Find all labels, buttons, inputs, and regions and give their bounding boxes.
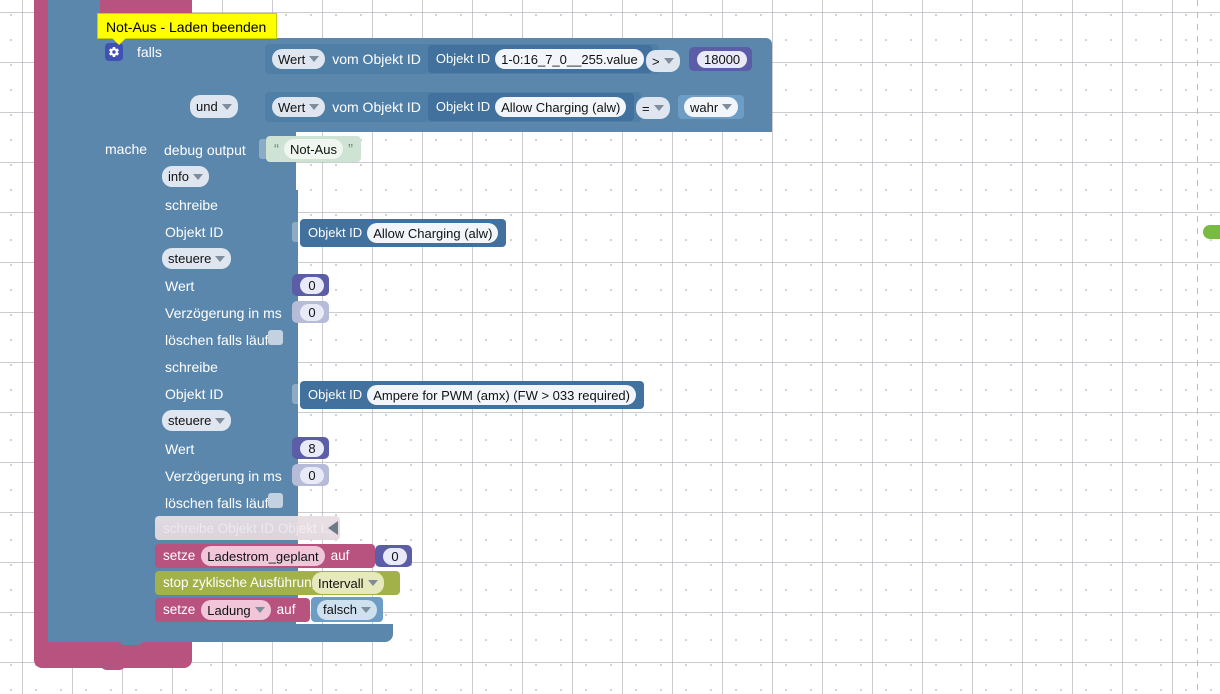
write-block-1[interactable] (155, 190, 298, 352)
write-block-2-objectid-block[interactable]: Objekt ID Ampere for PWM (amx) (FW > 033… (300, 381, 644, 409)
condition-row-2[interactable]: Wert vom Objekt ID Objekt ID Allow Charg… (265, 92, 642, 122)
set-variable-1-value[interactable]: 0 (383, 547, 407, 565)
quote-close-icon: ” (347, 140, 353, 158)
write-block-1-objectid-label: Objekt ID (308, 225, 363, 240)
chevron-down-icon (653, 105, 664, 111)
write-block-1-objectid-block[interactable]: Objekt ID Allow Charging (alw) (300, 219, 507, 247)
set-variable-2-to-label: auf (276, 602, 296, 617)
write-block-1-value-number[interactable]: 0 (292, 274, 329, 296)
chevron-down-icon (663, 58, 674, 64)
condition-2-prefix: vom Objekt ID (332, 99, 421, 115)
chevron-down-icon (254, 607, 265, 613)
write-block-1-value[interactable]: 0 (300, 276, 324, 294)
logic-and-dropdown[interactable]: und (190, 95, 238, 118)
write-block-2-delay[interactable]: 0 (300, 466, 324, 484)
set-variable-2-name[interactable]: Ladung (201, 600, 271, 620)
write-block-2-objectid-label: Objekt ID (308, 387, 363, 402)
write-block-1-value-label: Wert (165, 278, 195, 294)
debug-output-message[interactable]: Not-Aus (284, 139, 343, 159)
block-comment-bubble[interactable]: Not-Aus - Laden beenden (97, 13, 278, 39)
set-variable-1-to-label: auf (330, 548, 350, 563)
set-variable-block-1[interactable]: setze Ladestrom_geplant auf (155, 544, 375, 568)
write-block-2-title: schreibe (165, 359, 218, 375)
write-block-2-value-number[interactable]: 8 (292, 437, 329, 459)
set-variable-1-set-label: setze (163, 548, 196, 563)
condition-1-number-value[interactable]: 18000 (697, 50, 748, 68)
chevron-down-icon (215, 417, 226, 424)
condition-row-1[interactable]: Wert vom Objekt ID Objekt ID 1-0:16_7_0_… (265, 44, 659, 74)
if-block-notch (126, 633, 152, 641)
set-variable-1-name[interactable]: Ladestrom_geplant (201, 546, 325, 566)
debug-output-text-block[interactable]: “ Not-Aus ” (266, 136, 361, 162)
condition-2-logic-value[interactable]: wahr (684, 97, 739, 117)
write-block-2-objectid-value[interactable]: Ampere for PWM (amx) (FW > 033 required) (367, 385, 636, 405)
block-comment-text: Not-Aus - Laden beenden (106, 19, 267, 35)
condition-2-logic-block[interactable]: wahr (678, 95, 745, 119)
if-block-header[interactable]: falls (105, 43, 162, 61)
condition-2-objectid-label: Objekt ID (435, 99, 491, 114)
set-variable-1-value-number[interactable]: 0 (375, 545, 412, 567)
set-variable-2-value[interactable]: falsch (317, 599, 377, 620)
write-block-2-clear-label: löschen falls läuft (165, 495, 273, 511)
debug-output-label: debug output (164, 142, 246, 158)
condition-1-objectid-label: Objekt ID (435, 51, 491, 66)
write-block-2-objectid-row-label: Objekt ID (165, 386, 224, 402)
write-block-2-value-label: Wert (165, 441, 195, 457)
write-block-1-delay-label: Verzögerung in ms (165, 305, 282, 321)
condition-1-selector[interactable]: Wert (272, 49, 326, 69)
condition-1-number-block[interactable]: 18000 (689, 47, 753, 71)
condition-2-operator[interactable]: = (636, 97, 670, 119)
condition-1-objectid-value[interactable]: 1-0:16_7_0__255.value (495, 49, 644, 69)
chevron-down-icon (360, 606, 371, 613)
condition-2-selector[interactable]: Wert (272, 97, 326, 117)
workspace-right-rule (1197, 0, 1198, 694)
condition-1-operator[interactable]: > (646, 50, 680, 72)
block-comment-tail (112, 38, 126, 45)
condition-1-objectid-block[interactable]: Objekt ID 1-0:16_7_0__255.value (427, 45, 652, 73)
write-block-1-objectid-row-label: Objekt ID (165, 224, 224, 240)
condition-2-objectid-value[interactable]: Allow Charging (alw) (495, 97, 627, 117)
write-block-1-objectid-value[interactable]: Allow Charging (alw) (367, 223, 499, 243)
set-variable-2-logic-block[interactable]: falsch (311, 597, 383, 622)
debug-output-level-dropdown[interactable]: info (162, 166, 209, 187)
collapsed-expand-icon[interactable] (328, 521, 338, 535)
chevron-down-icon (215, 255, 226, 262)
write-block-2-value[interactable]: 8 (300, 439, 324, 457)
condition-1-prefix: vom Objekt ID (332, 51, 421, 67)
chevron-down-icon (722, 104, 733, 110)
outer-magenta-block-notch (100, 660, 126, 670)
chevron-down-icon (367, 580, 378, 586)
chevron-down-icon (309, 104, 320, 110)
blockly-workspace[interactable]: Not-Aus - Laden beenden falls Wert vom O… (0, 0, 1220, 694)
write-block-1-delay[interactable]: 0 (300, 303, 324, 321)
write-block-1-mode-dropdown[interactable]: steuere (162, 248, 232, 269)
write-block-2-mode-dropdown[interactable]: steuere (162, 410, 232, 431)
chevron-down-icon (221, 103, 232, 110)
write-block-1-title: schreibe (165, 197, 218, 213)
write-block-2-delay-label: Verzögerung in ms (165, 468, 282, 484)
set-variable-2-set-label: setze (163, 602, 196, 617)
if-label: falls (137, 44, 162, 60)
write-block-1-clear-label: löschen falls läuft (165, 332, 273, 348)
write-block-2-delay-number[interactable]: 0 (292, 464, 329, 486)
offscreen-green-block-edge[interactable] (1203, 225, 1220, 239)
write-block-1-delay-number[interactable]: 0 (292, 301, 329, 323)
stop-interval-dropdown[interactable]: Intervall (312, 572, 384, 594)
chevron-down-icon (192, 173, 203, 180)
quote-open-icon: “ (274, 140, 279, 158)
write-block-2-clear-checkbox[interactable] (268, 493, 283, 508)
stop-interval-label: stop zyklische Ausführung (163, 575, 320, 590)
chevron-down-icon (309, 56, 320, 62)
write-block-1-clear-checkbox[interactable] (268, 330, 283, 345)
write-block-2[interactable] (155, 352, 298, 514)
collapsed-disabled-label: schreibe Objekt ID Objekt I... (163, 520, 332, 536)
if-do-label: mache (105, 141, 148, 157)
blue-container-block[interactable] (48, 0, 100, 642)
collapsed-disabled-block[interactable]: schreibe Objekt ID Objekt I... (155, 516, 340, 540)
gear-icon[interactable] (105, 43, 123, 61)
condition-2-objectid-block[interactable]: Objekt ID Allow Charging (alw) (427, 93, 635, 121)
set-variable-block-2[interactable]: setze Ladung auf (155, 598, 310, 622)
